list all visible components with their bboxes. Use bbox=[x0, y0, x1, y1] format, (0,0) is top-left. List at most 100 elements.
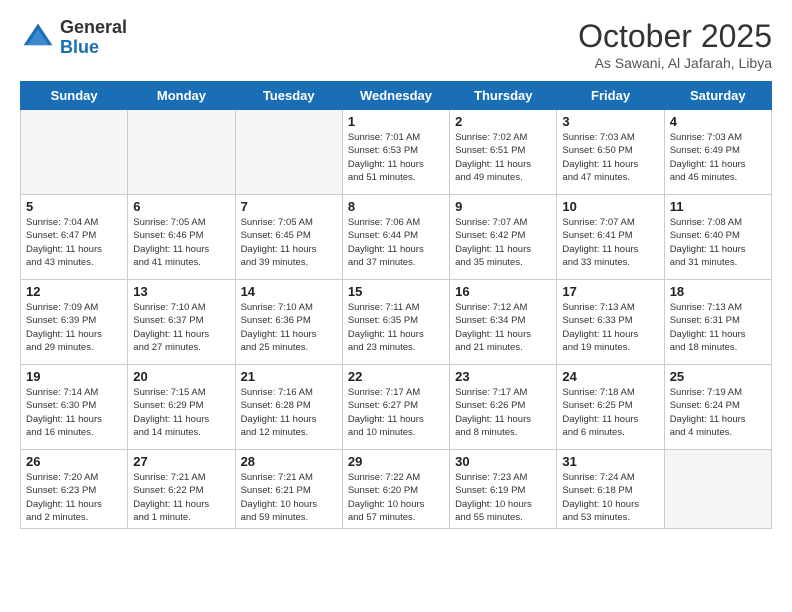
day-info: Sunrise: 7:24 AM Sunset: 6:18 PM Dayligh… bbox=[562, 471, 658, 524]
day-number: 14 bbox=[241, 284, 337, 299]
day-number: 26 bbox=[26, 454, 122, 469]
calendar-cell: 16 Sunrise: 7:12 AM Sunset: 6:34 PM Dayli… bbox=[450, 280, 557, 365]
calendar-cell: 31 Sunrise: 7:24 AM Sunset: 6:18 PM Dayli… bbox=[557, 450, 664, 529]
logo-blue-text: Blue bbox=[60, 38, 127, 58]
day-info: Sunrise: 7:23 AM Sunset: 6:19 PM Dayligh… bbox=[455, 471, 551, 524]
month-title: October 2025 bbox=[578, 18, 772, 55]
day-number: 22 bbox=[348, 369, 444, 384]
title-area: October 2025 As Sawani, Al Jafarah, Liby… bbox=[578, 18, 772, 71]
logo: General Blue bbox=[20, 18, 127, 58]
calendar-cell bbox=[21, 110, 128, 195]
calendar-cell: 4 Sunrise: 7:03 AM Sunset: 6:49 PM Daylig… bbox=[664, 110, 771, 195]
calendar-cell: 26 Sunrise: 7:20 AM Sunset: 6:23 PM Dayli… bbox=[21, 450, 128, 529]
day-info: Sunrise: 7:10 AM Sunset: 6:37 PM Dayligh… bbox=[133, 301, 229, 354]
day-number: 2 bbox=[455, 114, 551, 129]
day-number: 30 bbox=[455, 454, 551, 469]
calendar-week-row: 12 Sunrise: 7:09 AM Sunset: 6:39 PM Dayli… bbox=[21, 280, 772, 365]
day-number: 31 bbox=[562, 454, 658, 469]
calendar-week-row: 19 Sunrise: 7:14 AM Sunset: 6:30 PM Dayli… bbox=[21, 365, 772, 450]
day-info: Sunrise: 7:11 AM Sunset: 6:35 PM Dayligh… bbox=[348, 301, 444, 354]
calendar-cell: 19 Sunrise: 7:14 AM Sunset: 6:30 PM Dayli… bbox=[21, 365, 128, 450]
header: General Blue October 2025 As Sawani, Al … bbox=[20, 18, 772, 71]
day-info: Sunrise: 7:13 AM Sunset: 6:31 PM Dayligh… bbox=[670, 301, 766, 354]
day-info: Sunrise: 7:10 AM Sunset: 6:36 PM Dayligh… bbox=[241, 301, 337, 354]
day-info: Sunrise: 7:07 AM Sunset: 6:41 PM Dayligh… bbox=[562, 216, 658, 269]
calendar-cell: 6 Sunrise: 7:05 AM Sunset: 6:46 PM Daylig… bbox=[128, 195, 235, 280]
calendar-header-row: SundayMondayTuesdayWednesdayThursdayFrid… bbox=[21, 82, 772, 110]
day-number: 27 bbox=[133, 454, 229, 469]
day-number: 20 bbox=[133, 369, 229, 384]
day-of-week-header: Wednesday bbox=[342, 82, 449, 110]
calendar-cell: 13 Sunrise: 7:10 AM Sunset: 6:37 PM Dayli… bbox=[128, 280, 235, 365]
day-of-week-header: Monday bbox=[128, 82, 235, 110]
calendar-cell: 12 Sunrise: 7:09 AM Sunset: 6:39 PM Dayli… bbox=[21, 280, 128, 365]
day-info: Sunrise: 7:12 AM Sunset: 6:34 PM Dayligh… bbox=[455, 301, 551, 354]
calendar-cell: 7 Sunrise: 7:05 AM Sunset: 6:45 PM Daylig… bbox=[235, 195, 342, 280]
day-of-week-header: Tuesday bbox=[235, 82, 342, 110]
day-info: Sunrise: 7:07 AM Sunset: 6:42 PM Dayligh… bbox=[455, 216, 551, 269]
day-info: Sunrise: 7:05 AM Sunset: 6:46 PM Dayligh… bbox=[133, 216, 229, 269]
day-info: Sunrise: 7:14 AM Sunset: 6:30 PM Dayligh… bbox=[26, 386, 122, 439]
day-number: 13 bbox=[133, 284, 229, 299]
day-number: 25 bbox=[670, 369, 766, 384]
day-info: Sunrise: 7:03 AM Sunset: 6:49 PM Dayligh… bbox=[670, 131, 766, 184]
calendar-cell: 30 Sunrise: 7:23 AM Sunset: 6:19 PM Dayli… bbox=[450, 450, 557, 529]
calendar-cell: 3Sunrise: 7:03 AM Sunset: 6:50 PM Daylig… bbox=[557, 110, 664, 195]
day-number: 19 bbox=[26, 369, 122, 384]
logo-icon bbox=[20, 20, 56, 56]
calendar-cell: 15 Sunrise: 7:11 AM Sunset: 6:35 PM Dayli… bbox=[342, 280, 449, 365]
calendar-cell: 1 Sunrise: 7:01 AM Sunset: 6:53 PM Daylig… bbox=[342, 110, 449, 195]
day-info: Sunrise: 7:03 AM Sunset: 6:50 PM Dayligh… bbox=[562, 131, 658, 184]
day-info: Sunrise: 7:02 AM Sunset: 6:51 PM Dayligh… bbox=[455, 131, 551, 184]
calendar-cell: 11 Sunrise: 7:08 AM Sunset: 6:40 PM Dayli… bbox=[664, 195, 771, 280]
day-info: Sunrise: 7:04 AM Sunset: 6:47 PM Dayligh… bbox=[26, 216, 122, 269]
day-number: 11 bbox=[670, 199, 766, 214]
day-number: 18 bbox=[670, 284, 766, 299]
calendar-cell: 8Sunrise: 7:06 AM Sunset: 6:44 PM Daylig… bbox=[342, 195, 449, 280]
calendar-week-row: 1 Sunrise: 7:01 AM Sunset: 6:53 PM Daylig… bbox=[21, 110, 772, 195]
day-info: Sunrise: 7:20 AM Sunset: 6:23 PM Dayligh… bbox=[26, 471, 122, 524]
calendar-cell: 28Sunrise: 7:21 AM Sunset: 6:21 PM Dayli… bbox=[235, 450, 342, 529]
day-info: Sunrise: 7:16 AM Sunset: 6:28 PM Dayligh… bbox=[241, 386, 337, 439]
day-of-week-header: Sunday bbox=[21, 82, 128, 110]
calendar-cell: 18 Sunrise: 7:13 AM Sunset: 6:31 PM Dayli… bbox=[664, 280, 771, 365]
day-of-week-header: Thursday bbox=[450, 82, 557, 110]
calendar-cell: 14 Sunrise: 7:10 AM Sunset: 6:36 PM Dayli… bbox=[235, 280, 342, 365]
calendar-cell: 23 Sunrise: 7:17 AM Sunset: 6:26 PM Dayli… bbox=[450, 365, 557, 450]
day-number: 7 bbox=[241, 199, 337, 214]
day-number: 15 bbox=[348, 284, 444, 299]
page: General Blue October 2025 As Sawani, Al … bbox=[0, 0, 792, 612]
day-number: 9 bbox=[455, 199, 551, 214]
day-of-week-header: Friday bbox=[557, 82, 664, 110]
calendar-cell: 27 Sunrise: 7:21 AM Sunset: 6:22 PM Dayli… bbox=[128, 450, 235, 529]
calendar-cell: 29Sunrise: 7:22 AM Sunset: 6:20 PM Dayli… bbox=[342, 450, 449, 529]
calendar: SundayMondayTuesdayWednesdayThursdayFrid… bbox=[20, 81, 772, 529]
day-info: Sunrise: 7:09 AM Sunset: 6:39 PM Dayligh… bbox=[26, 301, 122, 354]
calendar-cell: 24Sunrise: 7:18 AM Sunset: 6:25 PM Dayli… bbox=[557, 365, 664, 450]
day-number: 4 bbox=[670, 114, 766, 129]
day-number: 1 bbox=[348, 114, 444, 129]
calendar-cell: 5 Sunrise: 7:04 AM Sunset: 6:47 PM Daylig… bbox=[21, 195, 128, 280]
day-number: 21 bbox=[241, 369, 337, 384]
day-info: Sunrise: 7:17 AM Sunset: 6:26 PM Dayligh… bbox=[455, 386, 551, 439]
calendar-cell: 25Sunrise: 7:19 AM Sunset: 6:24 PM Dayli… bbox=[664, 365, 771, 450]
calendar-cell: 10 Sunrise: 7:07 AM Sunset: 6:41 PM Dayli… bbox=[557, 195, 664, 280]
day-number: 10 bbox=[562, 199, 658, 214]
calendar-cell bbox=[128, 110, 235, 195]
day-number: 5 bbox=[26, 199, 122, 214]
day-number: 28 bbox=[241, 454, 337, 469]
day-number: 24 bbox=[562, 369, 658, 384]
day-number: 17 bbox=[562, 284, 658, 299]
day-info: Sunrise: 7:13 AM Sunset: 6:33 PM Dayligh… bbox=[562, 301, 658, 354]
day-info: Sunrise: 7:05 AM Sunset: 6:45 PM Dayligh… bbox=[241, 216, 337, 269]
day-info: Sunrise: 7:21 AM Sunset: 6:22 PM Dayligh… bbox=[133, 471, 229, 524]
day-number: 12 bbox=[26, 284, 122, 299]
day-number: 6 bbox=[133, 199, 229, 214]
day-number: 16 bbox=[455, 284, 551, 299]
calendar-week-row: 5 Sunrise: 7:04 AM Sunset: 6:47 PM Daylig… bbox=[21, 195, 772, 280]
day-info: Sunrise: 7:01 AM Sunset: 6:53 PM Dayligh… bbox=[348, 131, 444, 184]
calendar-cell: 9 Sunrise: 7:07 AM Sunset: 6:42 PM Daylig… bbox=[450, 195, 557, 280]
day-info: Sunrise: 7:08 AM Sunset: 6:40 PM Dayligh… bbox=[670, 216, 766, 269]
day-number: 23 bbox=[455, 369, 551, 384]
calendar-cell: 21 Sunrise: 7:16 AM Sunset: 6:28 PM Dayli… bbox=[235, 365, 342, 450]
